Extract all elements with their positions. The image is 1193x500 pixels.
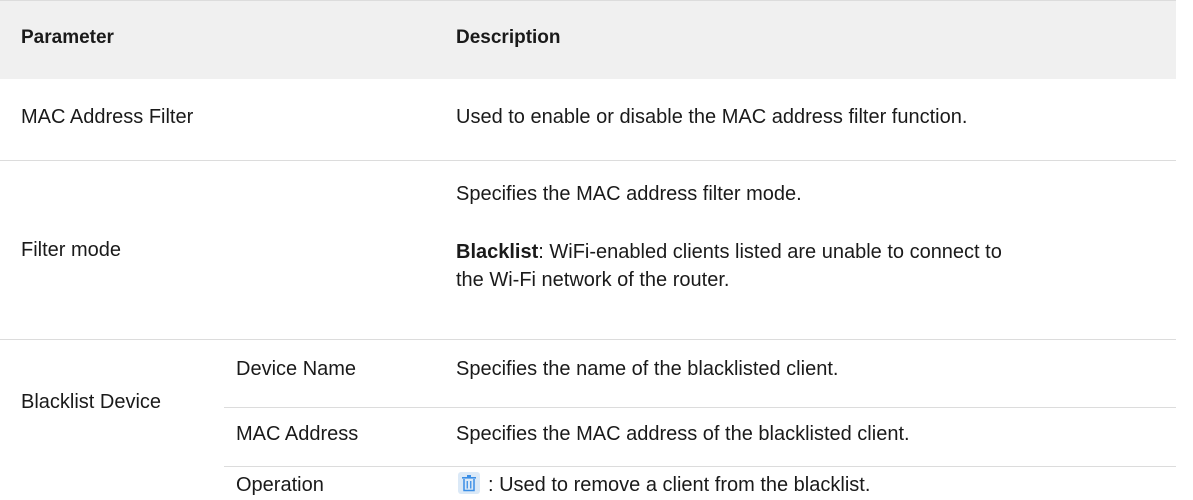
sub-parameter-cell: Operation (236, 474, 324, 496)
blacklist-description: Blacklist: WiFi-enabled clients listed a… (456, 238, 1156, 294)
table-row: MAC Address Filter Used to enable or dis… (0, 79, 1176, 161)
description-cell: Used to enable or disable the MAC addres… (456, 106, 968, 128)
operation-description: : Used to remove a client from the black… (488, 474, 871, 496)
table-row: MAC Address Specifies the MAC address of… (224, 408, 1176, 467)
description-cell: Specifies the MAC address filter mode. (456, 183, 802, 205)
table-row: Filter mode Specifies the MAC address fi… (0, 161, 1176, 340)
parameter-cell: MAC Address Filter (21, 106, 194, 128)
description-cell: Specifies the MAC address of the blackli… (456, 423, 910, 445)
header-description: Description (456, 27, 561, 48)
parameter-cell: Filter mode (21, 239, 122, 261)
blacklist-desc-line1: : WiFi-enabled clients listed are unable… (538, 241, 1002, 263)
table-row: Device Name Specifies the name of the bl… (224, 340, 1176, 408)
table-row: Operation : Used to remove a client from… (224, 467, 1176, 500)
description-cell: : Used to remove a client from the black… (458, 471, 870, 499)
blacklist-term: Blacklist (456, 241, 539, 263)
header-parameter: Parameter (21, 27, 114, 48)
sub-parameter-cell: MAC Address (236, 423, 359, 445)
description-cell: Specifies the name of the blacklisted cl… (456, 358, 839, 380)
trash-icon (458, 472, 480, 494)
parameter-cell: Blacklist Device (21, 391, 162, 413)
table-header-row: Parameter Description (0, 0, 1176, 79)
sub-parameter-cell: Device Name (236, 358, 357, 380)
parameter-table: Parameter Description MAC Address Filter… (0, 0, 1193, 500)
blacklist-desc-line2: the Wi-Fi network of the router. (456, 269, 730, 291)
